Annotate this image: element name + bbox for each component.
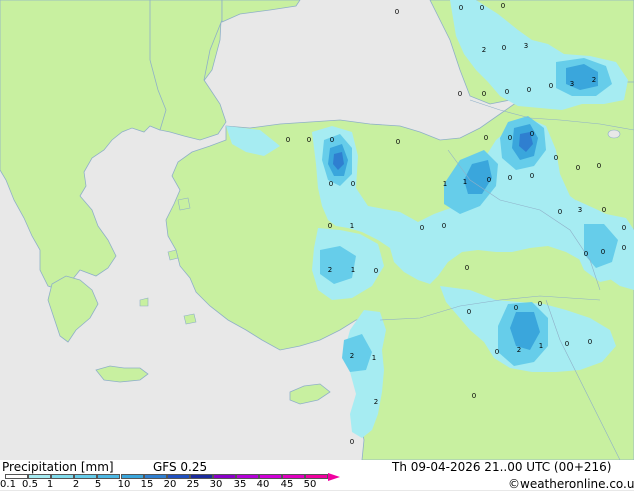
point-value-label: 0: [374, 267, 378, 275]
legend-label: 30: [209, 479, 223, 490]
map: 0 0 0 0 2 0 3 0 0 0 0 0 3 2 0 0 0 0 0 0 0 0 0 0 0 0 1 1 0 0 0 3 0 0 0 0 1 0 0 0…: [0, 0, 634, 460]
land-crete: [95, 365, 149, 383]
point-value-label: 0: [330, 136, 334, 144]
point-value-label: 0: [465, 264, 469, 272]
point-value-label: 0: [495, 348, 499, 356]
point-value-label: 0: [602, 206, 606, 214]
footer: Precipitation [mm] GFS 0.25 Th 09-04-202…: [0, 460, 634, 491]
point-value-label: 0: [480, 4, 484, 12]
point-value-label: 0: [501, 2, 505, 10]
legend: 0.1 0.5 1 2 5 10 15 20 25 30 35 40 45 50: [0, 460, 634, 490]
point-value-label: 2: [350, 352, 354, 360]
point-value-label: 1: [351, 266, 355, 274]
point-value-label: 0: [538, 300, 542, 308]
legend-label: 0.5: [22, 479, 38, 490]
point-value-label: 3: [570, 80, 574, 88]
point-value-label: 0: [597, 162, 601, 170]
legend-arrow-tip: [328, 473, 341, 481]
point-value-label: 1: [443, 180, 447, 188]
point-value-label: 0: [527, 86, 531, 94]
point-value-label: 0: [508, 174, 512, 182]
point-value-label: 0: [329, 180, 333, 188]
point-value-label: 0: [565, 340, 569, 348]
legend-label: 0.1: [0, 479, 16, 490]
point-value-label: 0: [484, 134, 488, 142]
point-value-label: 0: [487, 176, 491, 184]
point-value-label: 0: [601, 248, 605, 256]
legend-label: 35: [233, 479, 247, 490]
point-value-label: 0: [459, 4, 463, 12]
point-value-label: 0: [458, 90, 462, 98]
legend-label: 50: [303, 479, 317, 490]
legend-label: 10: [117, 479, 131, 490]
point-value-label: 2: [592, 76, 596, 84]
legend-label: 20: [163, 479, 177, 490]
point-value-label: 0: [472, 392, 476, 400]
point-value-label: 0: [505, 88, 509, 96]
point-value-label: 0: [502, 44, 506, 52]
point-value-label: 0: [622, 244, 626, 252]
point-value-label: 0: [395, 8, 399, 16]
map-canvas: 0 0 0 0 2 0 3 0 0 0 0 0 3 2 0 0 0 0 0 0 0 0 0 0 0 0 1 1 0 0 0 3 0 0 0 0 1 0 0 0…: [0, 0, 634, 460]
land-island-2: [167, 249, 179, 261]
legend-swatch: [51, 474, 75, 479]
point-value-label: 0: [396, 138, 400, 146]
point-value-label: 0: [514, 304, 518, 312]
point-value-label: 0: [351, 180, 355, 188]
point-value-label: 3: [524, 42, 528, 50]
point-value-label: 0: [576, 164, 580, 172]
point-value-label: 2: [374, 398, 378, 406]
point-value-label: 3: [578, 206, 582, 214]
point-value-label: 0: [508, 134, 512, 142]
point-value-label: 0: [467, 308, 471, 316]
legend-label: 5: [94, 479, 102, 490]
point-value-label: 0: [530, 172, 534, 180]
legend-label: 15: [140, 479, 154, 490]
point-value-label: 0: [442, 222, 446, 230]
land-island-4: [183, 313, 197, 325]
point-value-label: 2: [482, 46, 486, 54]
lake-sevan: [607, 129, 621, 139]
point-value-label: 0: [558, 208, 562, 216]
legend-label: 2: [72, 479, 80, 490]
point-value-label: 1: [539, 342, 543, 350]
point-value-label: 0: [286, 136, 290, 144]
point-value-label: 0: [350, 438, 354, 446]
point-value-label: 0: [588, 338, 592, 346]
land-island-1: [177, 197, 191, 211]
point-value-label: 1: [350, 222, 354, 230]
point-value-label: 0: [622, 224, 626, 232]
point-value-label: 0: [530, 130, 534, 138]
point-value-label: 1: [463, 178, 467, 186]
point-value-label: 0: [328, 222, 332, 230]
point-value-label: 0: [554, 154, 558, 162]
point-value-label: 0: [420, 224, 424, 232]
legend-label: 1: [46, 479, 54, 490]
legend-label: 40: [256, 479, 270, 490]
point-value-label: 1: [372, 354, 376, 362]
point-value-label: 2: [328, 266, 332, 274]
legend-label: 25: [186, 479, 200, 490]
point-value-label: 2: [517, 346, 521, 354]
point-value-label: 0: [584, 250, 588, 258]
legend-label: 45: [280, 479, 294, 490]
point-value-label: 0: [549, 82, 553, 90]
point-value-label: 0: [307, 136, 311, 144]
point-value-label: 0: [482, 90, 486, 98]
